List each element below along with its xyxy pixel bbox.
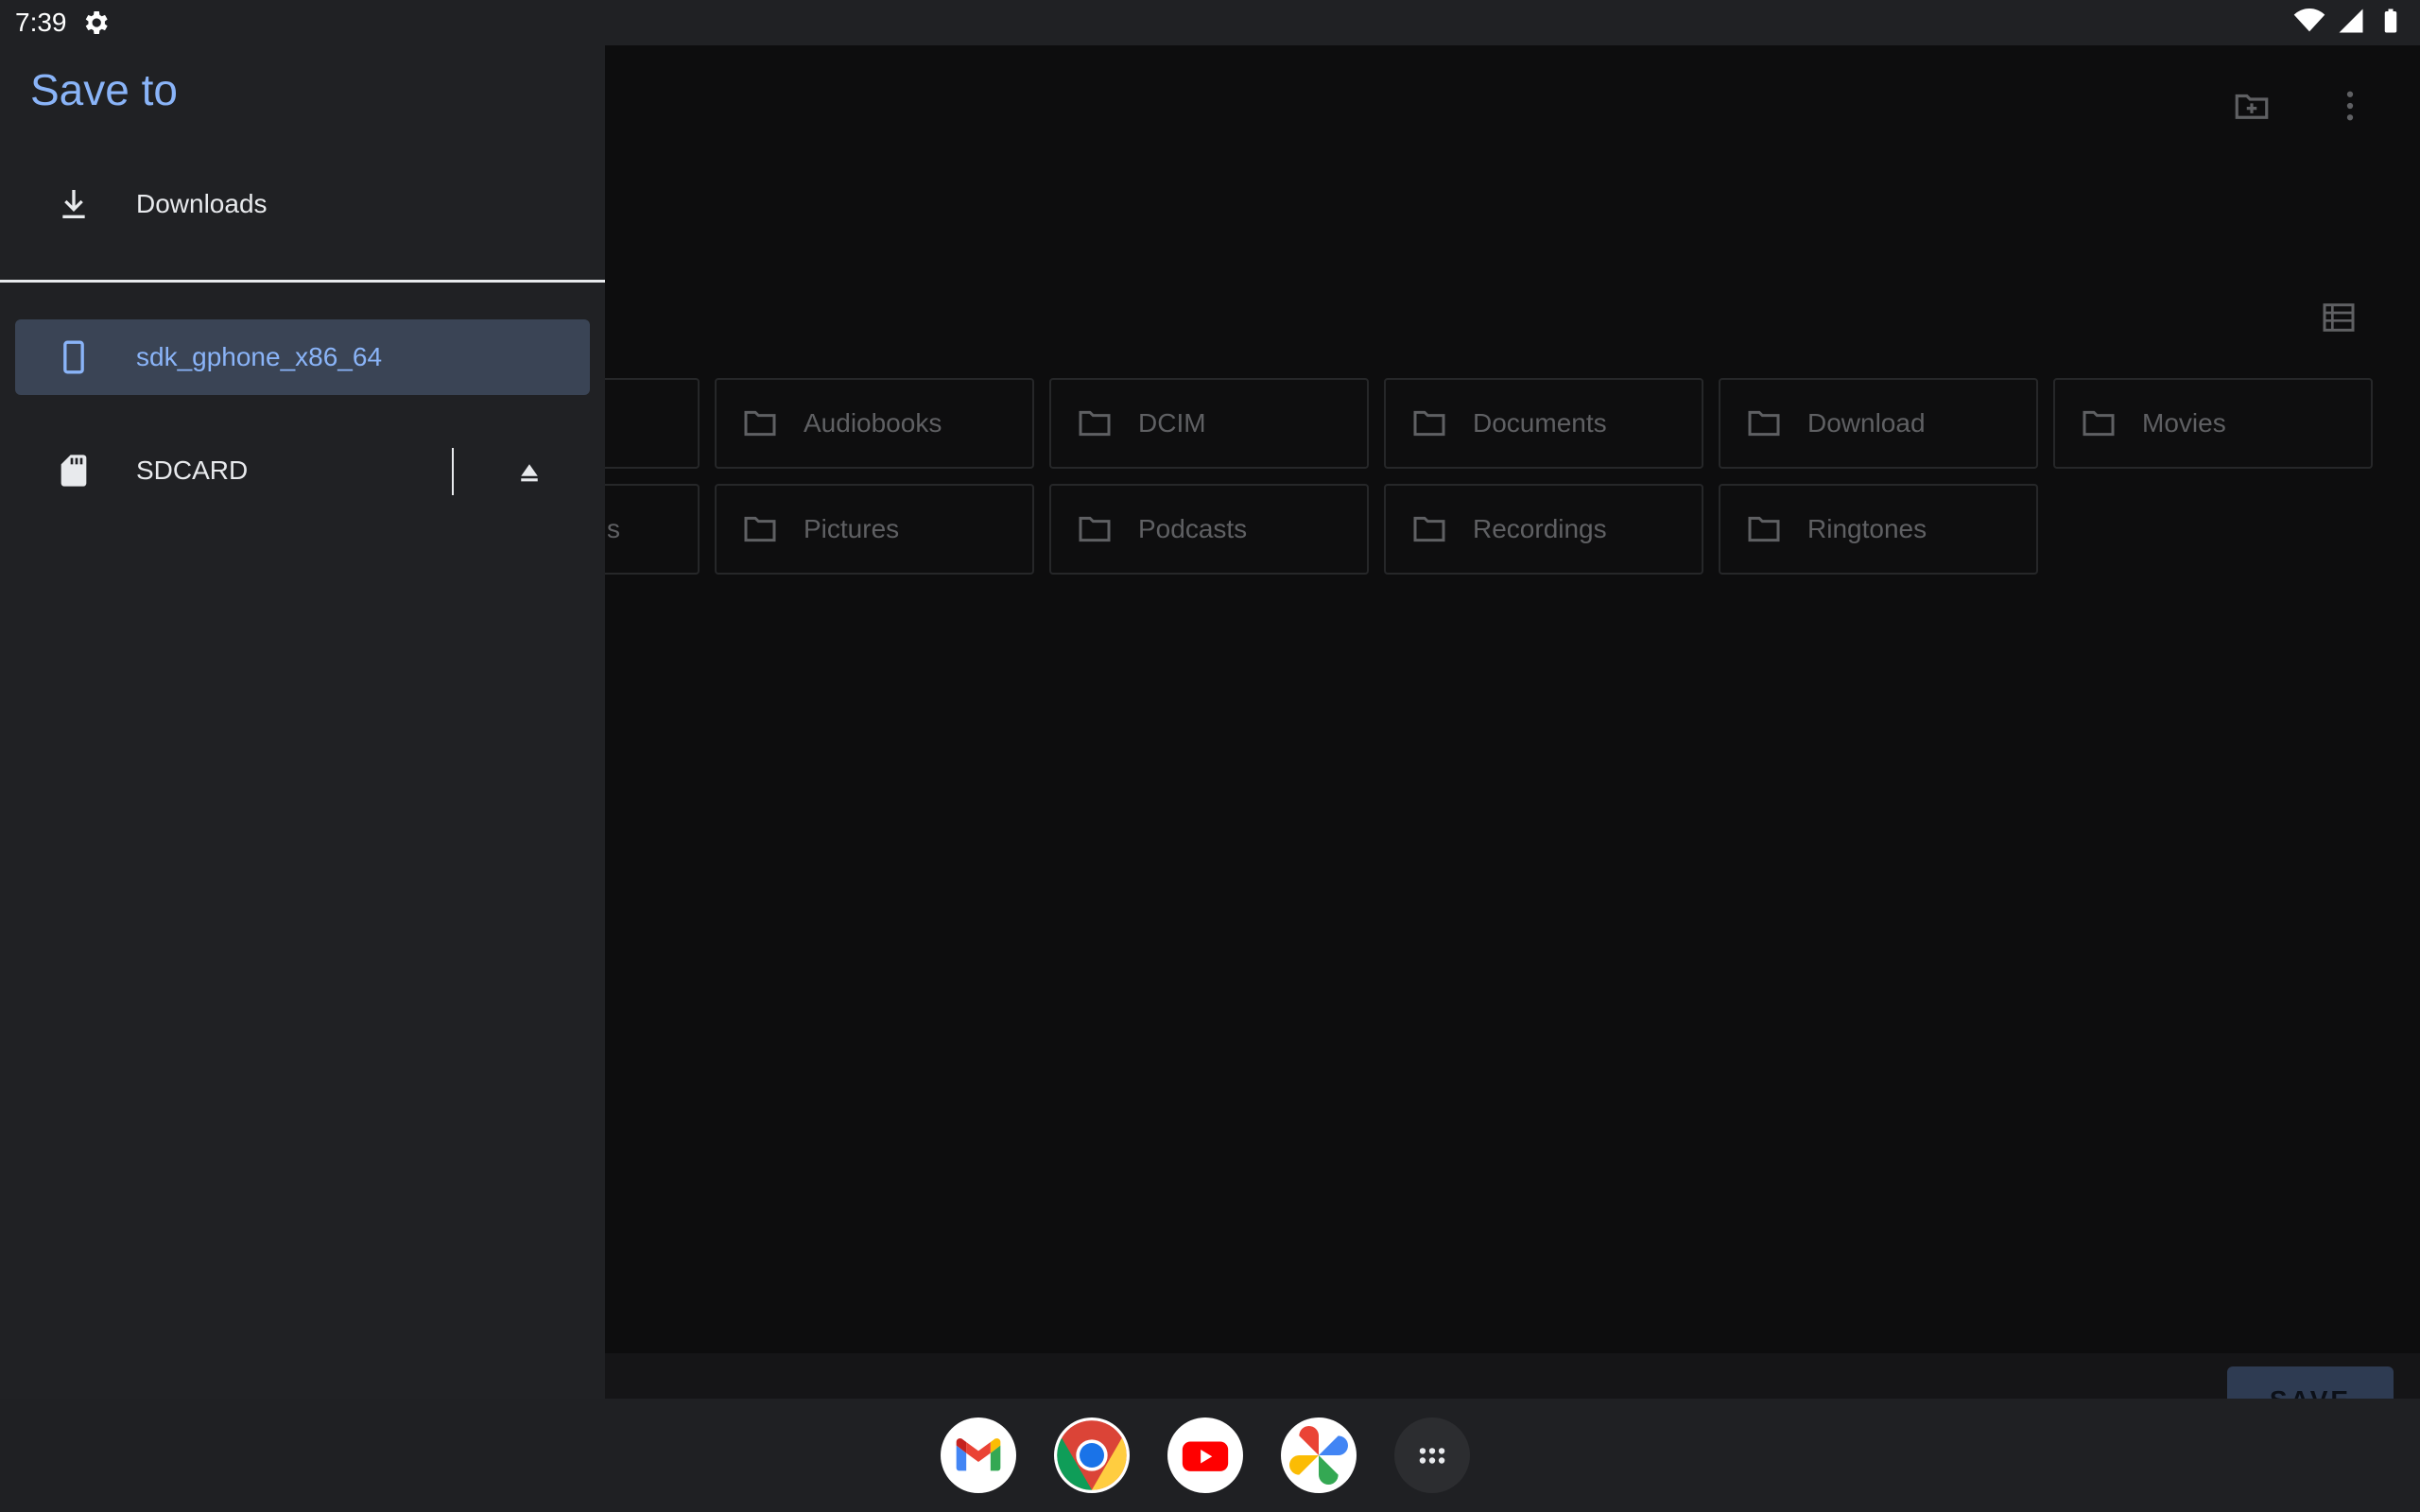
status-icons <box>2293 5 2405 42</box>
toolbar-actions <box>2229 83 2373 129</box>
folder-icon <box>1079 410 1111 437</box>
eject-divider <box>452 448 454 495</box>
app-drawer-icon[interactable] <box>1394 1418 1470 1493</box>
youtube-icon[interactable] <box>1167 1418 1243 1493</box>
folder-icon <box>1748 516 1780 542</box>
folder-item[interactable]: DCIM <box>1049 378 1369 469</box>
more-vert-icon[interactable] <box>2327 83 2373 129</box>
signal-icon <box>2337 7 2365 40</box>
download-icon <box>47 178 100 231</box>
list-view-icon[interactable] <box>2316 295 2361 340</box>
drawer-item-label: SDCARD <box>136 455 249 485</box>
drawer-item-device[interactable]: sdk_gphone_x86_64 <box>15 319 590 395</box>
folder-label: Recordings <box>1473 514 1607 543</box>
drawer-item-downloads[interactable]: Downloads <box>15 166 590 242</box>
folder-item[interactable]: Download <box>1719 378 2038 469</box>
folder-label: Pictures <box>804 514 900 543</box>
folder-label: s <box>607 514 620 543</box>
folder-item[interactable]: Movies <box>2053 378 2373 469</box>
status-bar: 7:39 <box>0 0 2420 45</box>
folder-item[interactable]: Pictures <box>715 484 1034 575</box>
folder-item[interactable]: Recordings <box>1384 484 1703 575</box>
chrome-icon[interactable] <box>1054 1418 1130 1493</box>
folder-label: Documents <box>1473 408 1607 438</box>
wifi-icon <box>2293 5 2325 42</box>
folder-icon <box>744 516 776 542</box>
folder-label: Audiobooks <box>804 408 942 438</box>
folder-icon <box>1413 516 1445 542</box>
folder-item[interactable]: Podcasts <box>1049 484 1369 575</box>
folder-item[interactable]: Ringtones <box>1719 484 2038 575</box>
photos-icon[interactable] <box>1281 1418 1357 1493</box>
folder-icon <box>1748 410 1780 437</box>
folder-item[interactable]: Audiobooks <box>715 378 1034 469</box>
eject-icon[interactable] <box>510 454 548 491</box>
phone-icon <box>47 331 100 384</box>
folder-label: DCIM <box>1138 408 1206 438</box>
folder-label: Movies <box>2142 408 2226 438</box>
drawer-item-label: sdk_gphone_x86_64 <box>136 342 383 371</box>
drawer-item-sdcard[interactable]: SDCARD <box>15 433 590 508</box>
taskbar-apps <box>941 1418 1470 1493</box>
gear-icon <box>80 8 111 38</box>
drawer-divider <box>0 280 605 283</box>
sd-card-icon <box>47 444 100 497</box>
folder-icon <box>1413 410 1445 437</box>
folder-label: Ringtones <box>1807 514 1927 543</box>
folder-label: Download <box>1807 408 1926 438</box>
folder-icon <box>1079 516 1111 542</box>
status-time: 7:39 <box>15 8 67 37</box>
roots-drawer: Save to Downloads sdk_gphone_x86_64 SDCA… <box>0 45 605 1399</box>
folder-label: Podcasts <box>1138 514 1248 543</box>
taskbar <box>0 1399 2420 1512</box>
folder-icon <box>744 410 776 437</box>
folder-icon <box>2083 410 2115 437</box>
drawer-item-label: Downloads <box>136 189 268 218</box>
gmail-icon[interactable] <box>941 1418 1016 1493</box>
new-folder-icon[interactable] <box>2229 83 2274 129</box>
drawer-title: Save to <box>30 65 178 114</box>
folder-item[interactable]: Documents <box>1384 378 1703 469</box>
battery-icon <box>2377 7 2405 40</box>
